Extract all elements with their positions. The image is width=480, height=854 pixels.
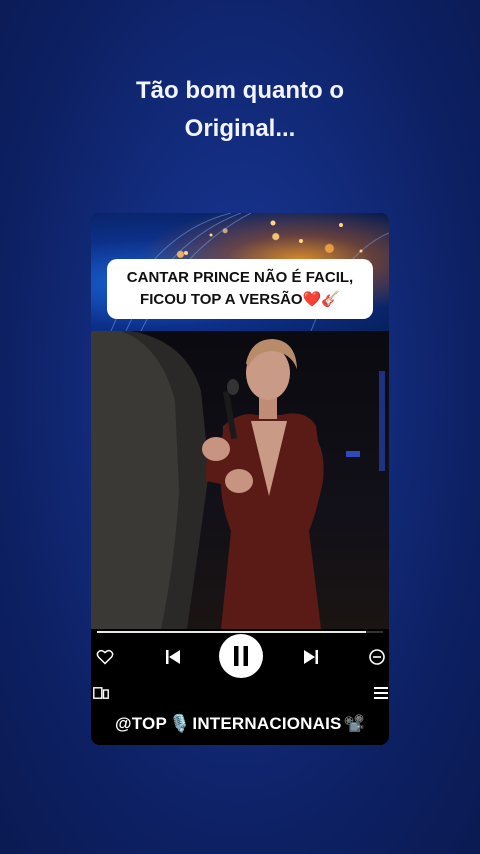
pause-button[interactable] [219,634,263,678]
stage-lights-banner: CANTAR PRINCE NÃO É FACIL, FICOU TOP A V… [91,213,389,331]
heart-icon[interactable] [93,645,117,669]
minus-circle-icon[interactable] [365,645,389,669]
handle-name: INTERNACIONAIS [192,714,342,733]
pause-icon [234,646,248,666]
headline-line-1: Tão bom quanto o [136,77,344,104]
progress-bar[interactable] [97,631,383,633]
footer-handle: @TOP 🎙️ INTERNACIONAIS 📽️ [91,709,389,739]
skip-next-icon[interactable] [299,645,323,669]
handle-prefix: @TOP [115,714,168,733]
queue-icon[interactable] [372,685,389,701]
skip-previous-icon[interactable] [161,645,185,669]
player-card: CANTAR PRINCE NÃO É FACIL, FICOU TOP A V… [91,213,389,745]
cast-devices-icon[interactable] [92,685,110,701]
caption-line-2: FICOU TOP A VERSÃO❤️🎸 [140,291,340,308]
headline: Tão bom quanto o Original... [0,72,480,148]
microphone-icon: 🎙️ [169,714,191,733]
caption-box: CANTAR PRINCE NÃO É FACIL, FICOU TOP A V… [107,259,373,319]
progress-fill [97,631,366,633]
headline-line-2: Original... [184,115,296,142]
player-controls: @TOP 🎙️ INTERNACIONAIS 📽️ [91,629,389,745]
video-frame[interactable] [91,331,389,629]
film-projector-icon: 📽️ [343,714,365,733]
caption-line-1: CANTAR PRINCE NÃO É FACIL, [126,269,354,286]
